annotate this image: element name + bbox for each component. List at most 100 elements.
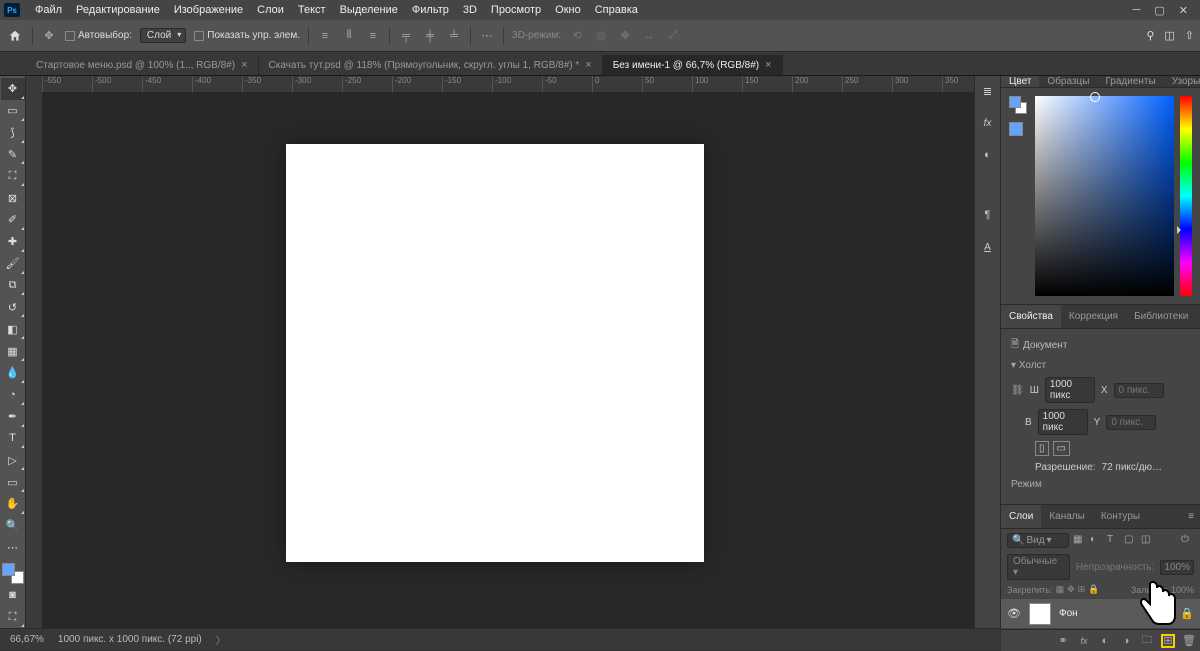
healing-tool[interactable]: ✚: [1, 231, 25, 253]
color-swatches[interactable]: [2, 563, 24, 585]
menu-layers[interactable]: Слои: [250, 4, 291, 16]
align-top-icon[interactable]: ╤: [398, 28, 414, 44]
delete-layer-icon[interactable]: 🗑: [1182, 634, 1196, 648]
ruler-vertical[interactable]: [26, 92, 42, 628]
menu-edit[interactable]: Редактирование: [69, 4, 167, 16]
minimize-icon[interactable]: ─: [1133, 4, 1141, 17]
tab-properties[interactable]: Свойства: [1001, 305, 1061, 328]
move-tool[interactable]: ✥: [1, 78, 25, 100]
document-tab-3[interactable]: Без имени-1 @ 66,7% (RGB/8#)×: [603, 55, 783, 75]
paragraph-panel-icon[interactable]: ¶: [979, 206, 997, 224]
close-tab-icon[interactable]: ×: [241, 59, 247, 71]
hand-tool[interactable]: ✋: [1, 493, 25, 515]
eraser-tool[interactable]: ◧: [1, 318, 25, 340]
lock-all-icon[interactable]: 🔒: [1088, 584, 1099, 595]
layer-filter-select[interactable]: 🔍 Вид ▾: [1007, 533, 1069, 548]
menu-select[interactable]: Выделение: [333, 4, 405, 16]
history-panel-icon[interactable]: ≣: [979, 82, 997, 100]
new-layer-icon[interactable]: ⊞: [1161, 634, 1175, 648]
blur-tool[interactable]: 💧: [1, 362, 25, 384]
tab-color[interactable]: Цвет: [1001, 76, 1039, 87]
document-dimensions[interactable]: 1000 пикс. x 1000 пикс. (72 ppi): [58, 634, 202, 645]
menu-text[interactable]: Текст: [291, 4, 333, 16]
color-well-icon[interactable]: [1009, 122, 1023, 136]
workspace-icon[interactable]: ◫: [1164, 29, 1174, 42]
crop-tool[interactable]: ⛶: [1, 165, 25, 187]
filter-smart-icon[interactable]: ◫: [1141, 534, 1154, 547]
align-middle-icon[interactable]: ╪: [422, 28, 438, 44]
lock-icon[interactable]: 🔒: [1180, 607, 1194, 620]
link-icon[interactable]: ⛓: [1011, 385, 1024, 396]
height-field[interactable]: 1000 пикс: [1038, 409, 1088, 435]
share-icon[interactable]: ⇧: [1185, 29, 1194, 42]
quick-mask-tool[interactable]: ◙: [1, 584, 25, 606]
3d-slide-icon[interactable]: ↔: [641, 28, 657, 44]
show-controls-checkbox[interactable]: Показать упр. элем.: [194, 30, 300, 41]
filter-adjust-icon[interactable]: ◐: [1090, 534, 1103, 547]
layer-mask-icon[interactable]: ◐: [1098, 634, 1112, 648]
portrait-icon[interactable]: ▯: [1035, 441, 1049, 456]
clone-tool[interactable]: ⧉: [1, 275, 25, 297]
tab-gradients[interactable]: Градиенты: [1097, 76, 1163, 87]
screen-mode-tool[interactable]: ⛶: [1, 606, 25, 628]
align-left-icon[interactable]: ≡: [317, 28, 333, 44]
3d-pan-icon[interactable]: ✥: [617, 28, 633, 44]
filter-shape-icon[interactable]: ▢: [1124, 534, 1137, 547]
fx-panel-icon[interactable]: fx: [979, 114, 997, 132]
path-select-tool[interactable]: ▷: [1, 449, 25, 471]
close-tab-icon[interactable]: ×: [765, 59, 771, 71]
hue-slider[interactable]: [1180, 96, 1192, 296]
tab-layers[interactable]: Слои: [1001, 505, 1041, 528]
properties-mode-heading[interactable]: Режим: [1011, 479, 1190, 490]
properties-canvas-heading[interactable]: ▾ Холст: [1011, 360, 1190, 371]
3d-zoom-icon[interactable]: ⤢: [665, 28, 681, 44]
dodge-tool[interactable]: ◔: [1, 384, 25, 406]
adjustments-panel-icon[interactable]: ◐: [979, 146, 997, 164]
marquee-tool[interactable]: ▭: [1, 100, 25, 122]
home-icon[interactable]: [6, 27, 24, 45]
autoselect-checkbox[interactable]: Автовыбор:: [65, 30, 132, 41]
fill-field[interactable]: 100%: [1171, 585, 1194, 595]
lasso-tool[interactable]: ⟆: [1, 122, 25, 144]
tab-paths[interactable]: Контуры: [1093, 505, 1148, 528]
tab-swatches[interactable]: Образцы: [1039, 76, 1097, 87]
3d-orbit-icon[interactable]: ⟲: [569, 28, 585, 44]
lock-position-icon[interactable]: ✥: [1067, 584, 1075, 595]
canvas-area[interactable]: -550-500-450-400-350-300-250-200-150-100…: [26, 76, 974, 628]
character-panel-icon[interactable]: A: [979, 238, 997, 256]
close-tab-icon[interactable]: ×: [585, 59, 591, 71]
layer-name[interactable]: Фон: [1059, 608, 1078, 619]
history-brush-tool[interactable]: ↺: [1, 296, 25, 318]
pen-tool[interactable]: ✒: [1, 406, 25, 428]
document-tab-1[interactable]: Стартовое меню.psd @ 100% (1.., RGB/8#)×: [26, 55, 259, 75]
edit-toolbar[interactable]: ⋯: [1, 537, 25, 559]
color-fg-bg-swatch[interactable]: [1009, 96, 1027, 114]
link-layers-icon[interactable]: ⚭: [1056, 634, 1070, 648]
brush-tool[interactable]: 🖌: [1, 253, 25, 275]
color-field[interactable]: [1035, 96, 1174, 296]
tab-adjustments[interactable]: Коррекция: [1061, 305, 1126, 328]
adjustment-layer-icon[interactable]: ◑: [1119, 634, 1133, 648]
ruler-origin[interactable]: [26, 76, 42, 92]
landscape-icon[interactable]: ▭: [1053, 441, 1070, 456]
align-center-icon[interactable]: ⫴: [341, 28, 357, 44]
menu-file[interactable]: Файл: [28, 4, 69, 16]
menu-3d[interactable]: 3D: [456, 4, 484, 16]
tab-libraries[interactable]: Библиотеки: [1126, 305, 1196, 328]
menu-view[interactable]: Просмотр: [484, 4, 548, 16]
close-icon[interactable]: ✕: [1179, 4, 1188, 17]
gradient-tool[interactable]: ▦: [1, 340, 25, 362]
document-tab-2[interactable]: Скачать тут.psd @ 118% (Прямоугольник, с…: [259, 55, 603, 75]
blend-mode-select[interactable]: Обычные ▾: [1007, 554, 1070, 580]
tab-channels[interactable]: Каналы: [1041, 505, 1093, 528]
panel-menu-icon[interactable]: ≡: [1182, 511, 1200, 522]
ruler-horizontal[interactable]: -550-500-450-400-350-300-250-200-150-100…: [42, 76, 974, 92]
3d-roll-icon[interactable]: ◎: [593, 28, 609, 44]
opacity-field[interactable]: 100%: [1160, 560, 1194, 575]
tab-patterns[interactable]: Узоры: [1164, 76, 1200, 87]
menu-image[interactable]: Изображение: [167, 4, 250, 16]
search-icon[interactable]: ⚲: [1146, 29, 1154, 42]
frame-tool[interactable]: ⊠: [1, 187, 25, 209]
filter-pixel-icon[interactable]: ▦: [1073, 534, 1086, 547]
menu-window[interactable]: Окно: [548, 4, 588, 16]
